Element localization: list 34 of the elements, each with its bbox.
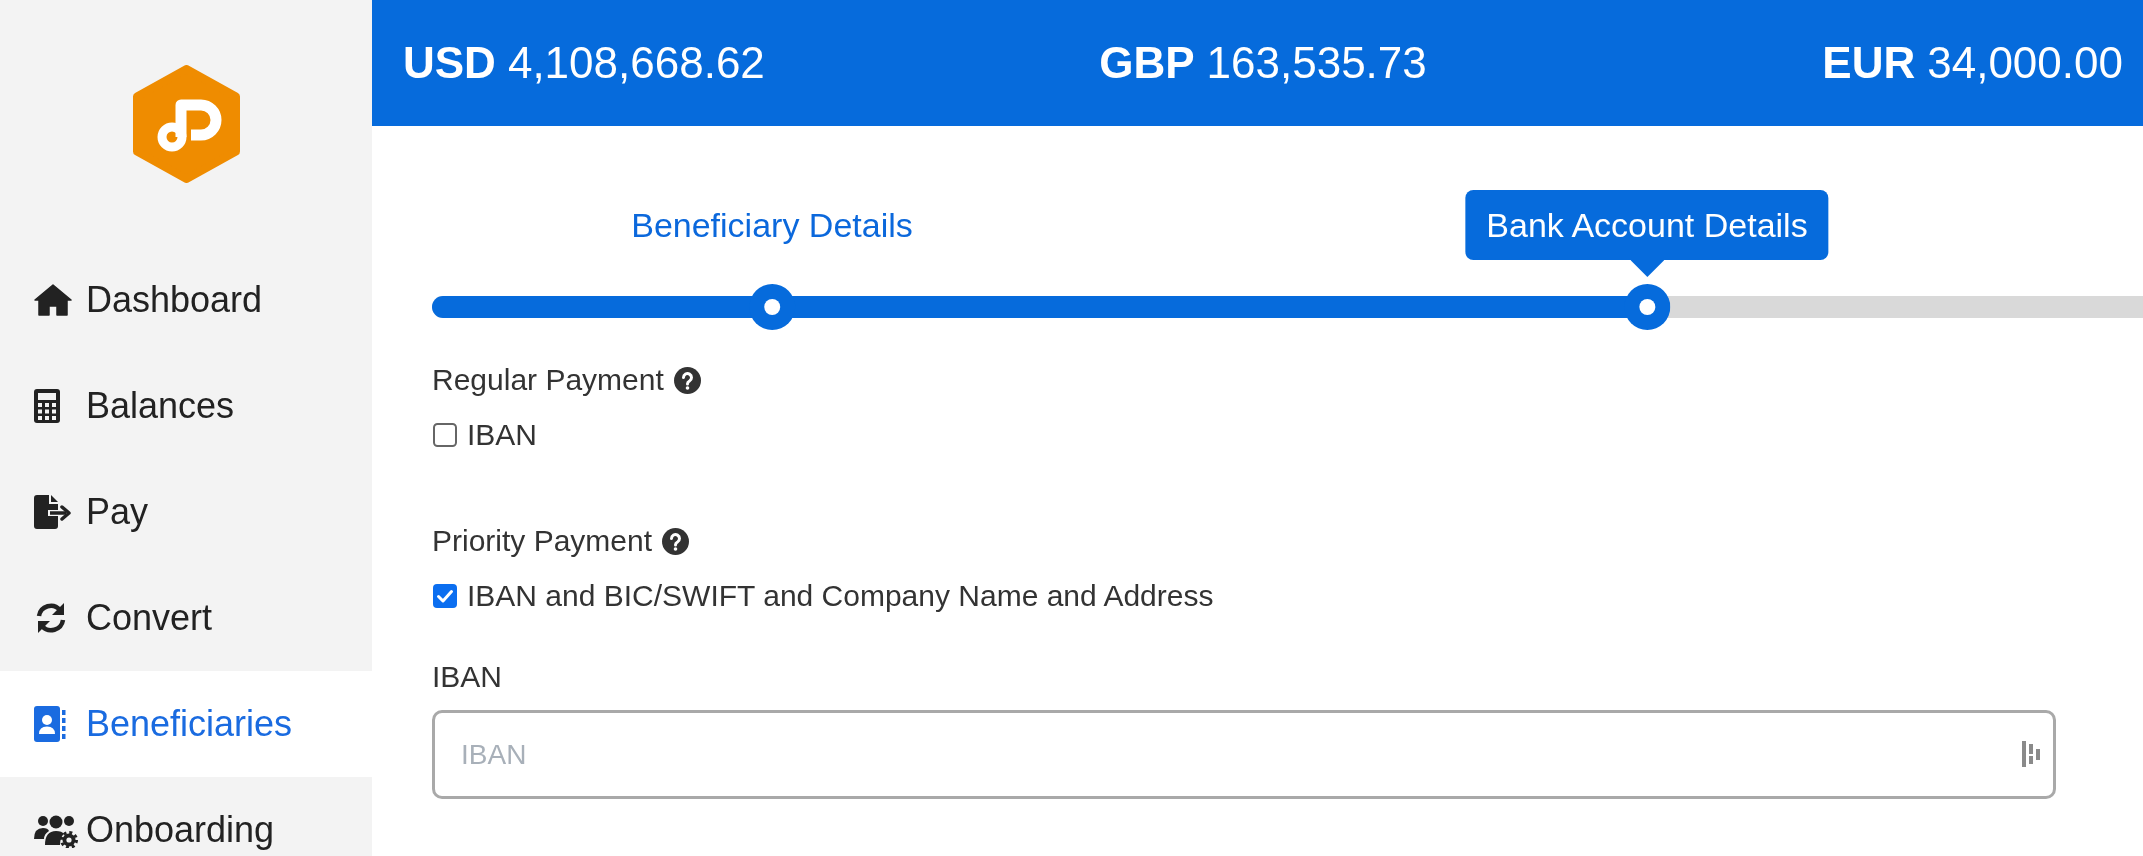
iban-input[interactable]: IBAN bbox=[432, 710, 2056, 799]
nav-item[interactable]: Pay bbox=[0, 459, 372, 565]
nav-item[interactable]: Dashboard bbox=[0, 247, 372, 353]
document-arrow-icon bbox=[34, 495, 72, 529]
refresh-icon bbox=[34, 601, 68, 635]
step-marker-icon bbox=[749, 284, 795, 330]
step-marker-icon bbox=[1624, 284, 1670, 330]
balance-amount: 34,000.00 bbox=[1927, 37, 2123, 89]
pointer-icon bbox=[1630, 260, 1664, 277]
help-icon[interactable] bbox=[673, 366, 701, 394]
step-label: Bank Account Details bbox=[1465, 190, 1829, 260]
calculator-icon bbox=[34, 389, 60, 423]
step-label: Beneficiary Details bbox=[631, 205, 913, 245]
contact-book-icon bbox=[34, 706, 66, 742]
currency-code: GBP bbox=[1099, 37, 1195, 89]
balance-amount: 163,535.73 bbox=[1206, 37, 1427, 89]
vertical-bars-icon[interactable] bbox=[2022, 741, 2040, 767]
nav-item[interactable]: Balances bbox=[0, 353, 372, 459]
currency-code: USD bbox=[403, 37, 496, 89]
logo-icon bbox=[132, 65, 240, 183]
option-label: IBAN and BIC/SWIFT and Company Name and Address bbox=[467, 578, 1214, 614]
nav-item[interactable]: Beneficiaries bbox=[0, 671, 372, 777]
payment-type-label: Priority Payment bbox=[432, 523, 653, 559]
option-label: IBAN bbox=[467, 417, 538, 453]
nav-item[interactable]: Convert bbox=[0, 565, 372, 671]
nav-item[interactable]: Onboarding bbox=[0, 777, 372, 856]
currency-code: EUR bbox=[1822, 37, 1916, 89]
checkbox[interactable] bbox=[433, 423, 457, 447]
help-icon[interactable] bbox=[662, 527, 690, 555]
payment-type-label: Regular Payment bbox=[432, 362, 664, 398]
balance-amount: 4,108,668.62 bbox=[507, 37, 765, 89]
home-icon bbox=[34, 284, 72, 316]
checkbox[interactable] bbox=[433, 584, 457, 608]
field-label: IBAN bbox=[432, 659, 503, 695]
